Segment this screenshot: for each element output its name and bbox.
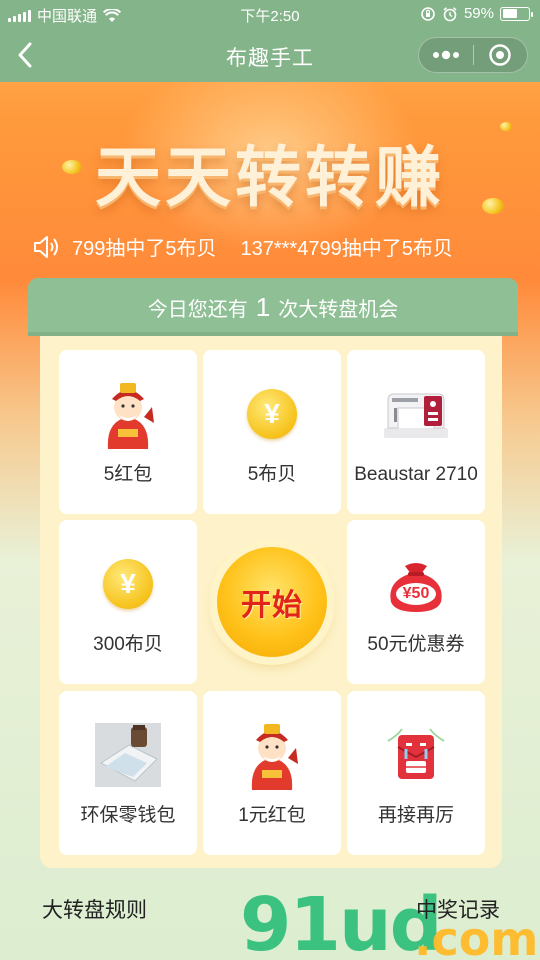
sewing-machine-icon (384, 393, 448, 438)
fortune-god-icon (107, 383, 154, 449)
prize-label: 1元红包 (238, 805, 306, 826)
prize-label: 5红包 (103, 464, 153, 485)
more-dots-icon (432, 50, 459, 60)
chance-suffix: 次大转盘机会 (278, 298, 399, 321)
prize-cell: ¥ 300布贝 (59, 520, 197, 684)
money-bag-icon: ¥50 (383, 556, 449, 612)
watermark-logo: 91ud (240, 882, 443, 960)
alarm-icon (443, 6, 457, 21)
prize-cell: 1元红包 (203, 691, 341, 855)
crying-envelope-icon (387, 728, 445, 779)
winner-ticker: 799抽中了5布贝 137***4799抽中了5布贝 (32, 232, 453, 261)
chances-remaining-bar: 今日您还有 1 次大转盘机会 (28, 278, 518, 336)
start-button[interactable]: 开始 (217, 547, 327, 657)
speaker-icon (34, 235, 58, 258)
status-bar: 中国联通 下午2:50 59% (0, 0, 540, 28)
target-close-icon (489, 44, 511, 66)
prize-cell: 5红包 (59, 350, 197, 514)
ticker-message: 799抽中了5布贝 (72, 238, 217, 260)
chance-prefix: 今日您还有 (147, 298, 248, 321)
orientation-lock-icon (421, 6, 435, 21)
mini-program-capsule (418, 37, 528, 73)
battery-percent: 59% (463, 5, 494, 22)
prize-label: 环保零钱包 (80, 805, 176, 826)
banner-headline: 天天转转赚 (95, 139, 445, 216)
prize-label: Beaustar 2710 (354, 464, 478, 485)
fortune-god-icon (251, 724, 298, 790)
bag-value-text: ¥50 (402, 585, 430, 602)
prize-cell: ¥ 5布贝 (203, 350, 341, 514)
start-area: 开始 (203, 520, 341, 684)
prize-cell: 环保零钱包 (59, 691, 197, 855)
yuan-coin-icon: ¥ (103, 559, 153, 609)
promo-banner: 天天转转赚 799抽中了5布贝 137***4799抽中了5布贝 (0, 82, 540, 282)
rules-link[interactable]: 大转盘规则 (42, 894, 147, 924)
prize-cell: 再接再厉 (347, 691, 485, 855)
coin-purse-icon (95, 723, 161, 787)
more-menu-button[interactable] (419, 38, 473, 72)
ticker-message: 137***4799抽中了5布贝 (240, 238, 453, 260)
prize-label: 再接再厉 (377, 805, 454, 826)
prize-label: 5布贝 (247, 464, 297, 485)
prize-cell: ¥50 50元优惠券 (347, 520, 485, 684)
prize-cell: Beaustar 2710 (347, 350, 485, 514)
yuan-coin-icon: ¥ (247, 389, 297, 439)
prize-label: 50元优惠券 (367, 634, 465, 655)
records-link[interactable]: 中奖记录 (416, 894, 500, 924)
prize-label: 300布贝 (93, 634, 163, 655)
nav-bar: 布趣手工 (0, 28, 540, 82)
close-mini-program-button[interactable] (473, 38, 527, 72)
battery-icon (500, 6, 533, 21)
lottery-board: 5红包 ¥ 5布贝 Beaustar 2710 ¥ 300布贝 开始 ¥50 5… (40, 336, 502, 868)
chance-count: 1 (255, 291, 271, 322)
